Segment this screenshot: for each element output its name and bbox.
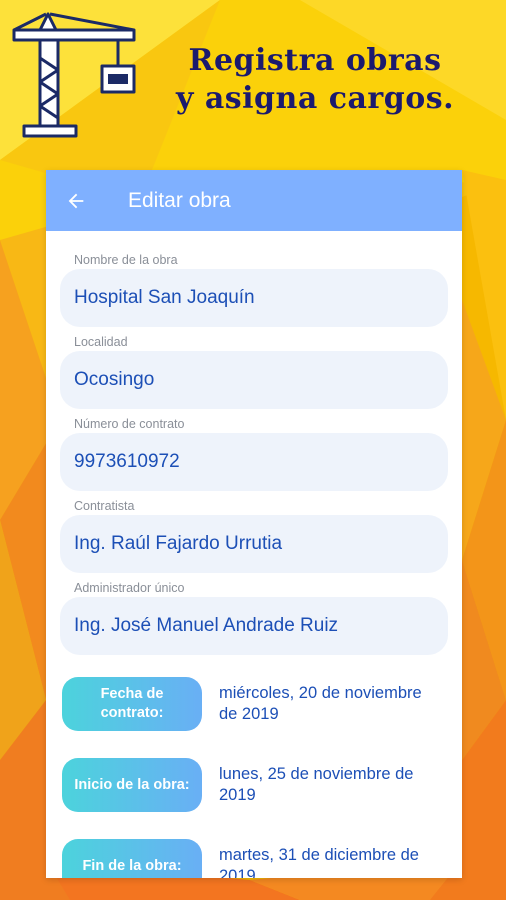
nombre-obra-input[interactable]: Hospital San Joaquín [60, 269, 448, 327]
page-title: Editar obra [128, 188, 231, 212]
inicio-obra-value: lunes, 25 de noviembre de 2019 [219, 765, 414, 804]
contratista-input[interactable]: Ing. Raúl Fajardo Urrutia [60, 515, 448, 573]
field-label: Número de contrato [74, 417, 185, 431]
field-nombre-obra: Nombre de la obra Hospital San Joaquín [60, 253, 448, 327]
arrow-left-icon [68, 193, 84, 208]
fin-obra-button[interactable]: Fin de la obra: [62, 839, 202, 878]
fin-obra-value: martes, 31 de diciembre de 2019 [219, 846, 419, 878]
fecha-contrato-value: miércoles, 20 de noviembre de 2019 [219, 684, 422, 723]
fecha-contrato-button[interactable]: Fecha de contrato: [62, 677, 202, 731]
back-button[interactable] [46, 170, 106, 231]
field-label: Administrador único [74, 581, 185, 595]
promo-headline: Registra obras y asigna cargos. [150, 42, 480, 118]
phone-screen: Editar obra Nombre de la obra Hospital S… [46, 170, 462, 878]
field-localidad: Localidad Ocosingo [60, 335, 448, 409]
administrador-input[interactable]: Ing. José Manuel Andrade Ruiz [60, 597, 448, 655]
field-label: Contratista [74, 499, 135, 513]
numero-contrato-input[interactable]: 9973610972 [60, 433, 448, 491]
localidad-input[interactable]: Ocosingo [60, 351, 448, 409]
field-label: Localidad [74, 335, 128, 349]
inicio-obra-button[interactable]: Inicio de la obra: [62, 758, 202, 812]
construction-crane-icon [12, 12, 136, 138]
edit-form: Nombre de la obra Hospital San Joaquín L… [46, 231, 462, 655]
date-row-contrato: Fecha de contrato: miércoles, 20 de novi… [62, 677, 448, 731]
field-contratista: Contratista Ing. Raúl Fajardo Urrutia [60, 499, 448, 573]
field-numero-contrato: Número de contrato 9973610972 [60, 417, 448, 491]
field-label: Nombre de la obra [74, 253, 178, 267]
promo-headline-line2: y asigna cargos. [175, 81, 455, 116]
date-section: Fecha de contrato: miércoles, 20 de novi… [46, 663, 462, 878]
date-row-fin: Fin de la obra: martes, 31 de diciembre … [62, 839, 448, 878]
field-administrador: Administrador único Ing. José Manuel And… [60, 581, 448, 655]
app-bar: Editar obra [46, 170, 462, 231]
promo-headline-line1: Registra obras [188, 43, 442, 78]
date-row-inicio: Inicio de la obra: lunes, 25 de noviembr… [62, 758, 448, 812]
